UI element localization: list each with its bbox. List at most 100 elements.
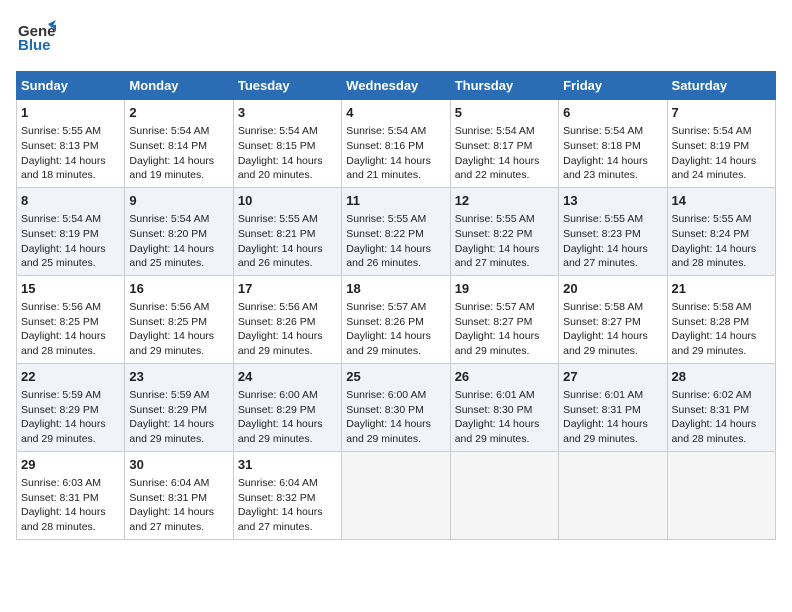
calendar-cell: 7 Sunrise: 5:54 AM Sunset: 8:19 PM Dayli… bbox=[667, 100, 775, 188]
calendar-cell: 5 Sunrise: 5:54 AM Sunset: 8:17 PM Dayli… bbox=[450, 100, 558, 188]
header-wednesday: Wednesday bbox=[342, 72, 450, 100]
daylight-minutes: and 27 minutes. bbox=[129, 521, 204, 533]
sunset-label: Sunset: 8:28 PM bbox=[672, 316, 750, 328]
daylight-label: Daylight: 14 hours bbox=[129, 418, 214, 430]
sunrise-label: Sunrise: 5:56 AM bbox=[129, 301, 209, 313]
calendar-cell bbox=[450, 451, 558, 539]
svg-text:Blue: Blue bbox=[18, 37, 51, 54]
calendar-cell: 16 Sunrise: 5:56 AM Sunset: 8:25 PM Dayl… bbox=[125, 275, 233, 363]
daylight-label: Daylight: 14 hours bbox=[21, 330, 106, 342]
daylight-label: Daylight: 14 hours bbox=[21, 418, 106, 430]
sunset-label: Sunset: 8:17 PM bbox=[455, 140, 533, 152]
day-number: 24 bbox=[238, 368, 337, 386]
calendar-cell: 20 Sunrise: 5:58 AM Sunset: 8:27 PM Dayl… bbox=[559, 275, 667, 363]
sunset-label: Sunset: 8:31 PM bbox=[563, 404, 641, 416]
sunset-label: Sunset: 8:24 PM bbox=[672, 228, 750, 240]
daylight-label: Daylight: 14 hours bbox=[238, 155, 323, 167]
daylight-minutes: and 27 minutes. bbox=[563, 257, 638, 269]
sunset-label: Sunset: 8:26 PM bbox=[238, 316, 316, 328]
daylight-minutes: and 22 minutes. bbox=[455, 169, 530, 181]
calendar-cell: 10 Sunrise: 5:55 AM Sunset: 8:21 PM Dayl… bbox=[233, 187, 341, 275]
calendar-cell: 26 Sunrise: 6:01 AM Sunset: 8:30 PM Dayl… bbox=[450, 363, 558, 451]
sunset-label: Sunset: 8:27 PM bbox=[563, 316, 641, 328]
sunrise-label: Sunrise: 6:00 AM bbox=[238, 389, 318, 401]
calendar-cell: 11 Sunrise: 5:55 AM Sunset: 8:22 PM Dayl… bbox=[342, 187, 450, 275]
week-row-1: 1 Sunrise: 5:55 AM Sunset: 8:13 PM Dayli… bbox=[17, 100, 776, 188]
day-number: 31 bbox=[238, 456, 337, 474]
calendar-cell: 12 Sunrise: 5:55 AM Sunset: 8:22 PM Dayl… bbox=[450, 187, 558, 275]
daylight-minutes: and 28 minutes. bbox=[672, 433, 747, 445]
sunset-label: Sunset: 8:15 PM bbox=[238, 140, 316, 152]
sunset-label: Sunset: 8:31 PM bbox=[21, 492, 99, 504]
daylight-minutes: and 24 minutes. bbox=[672, 169, 747, 181]
daylight-minutes: and 28 minutes. bbox=[21, 521, 96, 533]
sunrise-label: Sunrise: 5:55 AM bbox=[563, 213, 643, 225]
day-number: 25 bbox=[346, 368, 445, 386]
calendar-cell: 27 Sunrise: 6:01 AM Sunset: 8:31 PM Dayl… bbox=[559, 363, 667, 451]
sunrise-label: Sunrise: 5:59 AM bbox=[129, 389, 209, 401]
daylight-label: Daylight: 14 hours bbox=[129, 243, 214, 255]
daylight-label: Daylight: 14 hours bbox=[455, 243, 540, 255]
calendar-cell: 9 Sunrise: 5:54 AM Sunset: 8:20 PM Dayli… bbox=[125, 187, 233, 275]
calendar-cell: 8 Sunrise: 5:54 AM Sunset: 8:19 PM Dayli… bbox=[17, 187, 125, 275]
logo-icon: General Blue bbox=[16, 16, 56, 61]
sunset-label: Sunset: 8:23 PM bbox=[563, 228, 641, 240]
header-monday: Monday bbox=[125, 72, 233, 100]
logo: General Blue bbox=[16, 16, 56, 61]
sunset-label: Sunset: 8:21 PM bbox=[238, 228, 316, 240]
daylight-minutes: and 29 minutes. bbox=[563, 345, 638, 357]
calendar-cell: 19 Sunrise: 5:57 AM Sunset: 8:27 PM Dayl… bbox=[450, 275, 558, 363]
daylight-label: Daylight: 14 hours bbox=[238, 243, 323, 255]
daylight-minutes: and 29 minutes. bbox=[346, 433, 421, 445]
sunset-label: Sunset: 8:25 PM bbox=[21, 316, 99, 328]
sunset-label: Sunset: 8:30 PM bbox=[346, 404, 424, 416]
header-tuesday: Tuesday bbox=[233, 72, 341, 100]
daylight-minutes: and 28 minutes. bbox=[21, 345, 96, 357]
day-number: 15 bbox=[21, 280, 120, 298]
calendar-cell: 22 Sunrise: 5:59 AM Sunset: 8:29 PM Dayl… bbox=[17, 363, 125, 451]
daylight-minutes: and 26 minutes. bbox=[346, 257, 421, 269]
daylight-label: Daylight: 14 hours bbox=[346, 330, 431, 342]
calendar-cell: 29 Sunrise: 6:03 AM Sunset: 8:31 PM Dayl… bbox=[17, 451, 125, 539]
day-number: 16 bbox=[129, 280, 228, 298]
daylight-minutes: and 29 minutes. bbox=[238, 433, 313, 445]
daylight-label: Daylight: 14 hours bbox=[238, 330, 323, 342]
sunset-label: Sunset: 8:30 PM bbox=[455, 404, 533, 416]
day-number: 26 bbox=[455, 368, 554, 386]
day-number: 1 bbox=[21, 104, 120, 122]
sunrise-label: Sunrise: 6:04 AM bbox=[129, 477, 209, 489]
calendar-cell bbox=[342, 451, 450, 539]
day-number: 10 bbox=[238, 192, 337, 210]
daylight-label: Daylight: 14 hours bbox=[21, 155, 106, 167]
sunset-label: Sunset: 8:19 PM bbox=[672, 140, 750, 152]
daylight-label: Daylight: 14 hours bbox=[563, 330, 648, 342]
daylight-label: Daylight: 14 hours bbox=[238, 418, 323, 430]
calendar-cell: 4 Sunrise: 5:54 AM Sunset: 8:16 PM Dayli… bbox=[342, 100, 450, 188]
daylight-label: Daylight: 14 hours bbox=[672, 243, 757, 255]
calendar-cell bbox=[559, 451, 667, 539]
daylight-minutes: and 27 minutes. bbox=[238, 521, 313, 533]
daylight-minutes: and 20 minutes. bbox=[238, 169, 313, 181]
day-number: 6 bbox=[563, 104, 662, 122]
header-sunday: Sunday bbox=[17, 72, 125, 100]
calendar-cell: 23 Sunrise: 5:59 AM Sunset: 8:29 PM Dayl… bbox=[125, 363, 233, 451]
sunset-label: Sunset: 8:22 PM bbox=[455, 228, 533, 240]
daylight-minutes: and 18 minutes. bbox=[21, 169, 96, 181]
daylight-label: Daylight: 14 hours bbox=[455, 418, 540, 430]
daylight-label: Daylight: 14 hours bbox=[563, 418, 648, 430]
week-row-5: 29 Sunrise: 6:03 AM Sunset: 8:31 PM Dayl… bbox=[17, 451, 776, 539]
sunrise-label: Sunrise: 5:56 AM bbox=[21, 301, 101, 313]
sunrise-label: Sunrise: 5:54 AM bbox=[563, 125, 643, 137]
calendar-cell: 17 Sunrise: 5:56 AM Sunset: 8:26 PM Dayl… bbox=[233, 275, 341, 363]
daylight-label: Daylight: 14 hours bbox=[129, 330, 214, 342]
sunrise-label: Sunrise: 5:59 AM bbox=[21, 389, 101, 401]
daylight-label: Daylight: 14 hours bbox=[672, 155, 757, 167]
sunset-label: Sunset: 8:22 PM bbox=[346, 228, 424, 240]
sunrise-label: Sunrise: 5:58 AM bbox=[563, 301, 643, 313]
daylight-minutes: and 23 minutes. bbox=[563, 169, 638, 181]
daylight-minutes: and 29 minutes. bbox=[455, 345, 530, 357]
daylight-minutes: and 29 minutes. bbox=[672, 345, 747, 357]
sunset-label: Sunset: 8:31 PM bbox=[129, 492, 207, 504]
daylight-minutes: and 19 minutes. bbox=[129, 169, 204, 181]
day-number: 19 bbox=[455, 280, 554, 298]
